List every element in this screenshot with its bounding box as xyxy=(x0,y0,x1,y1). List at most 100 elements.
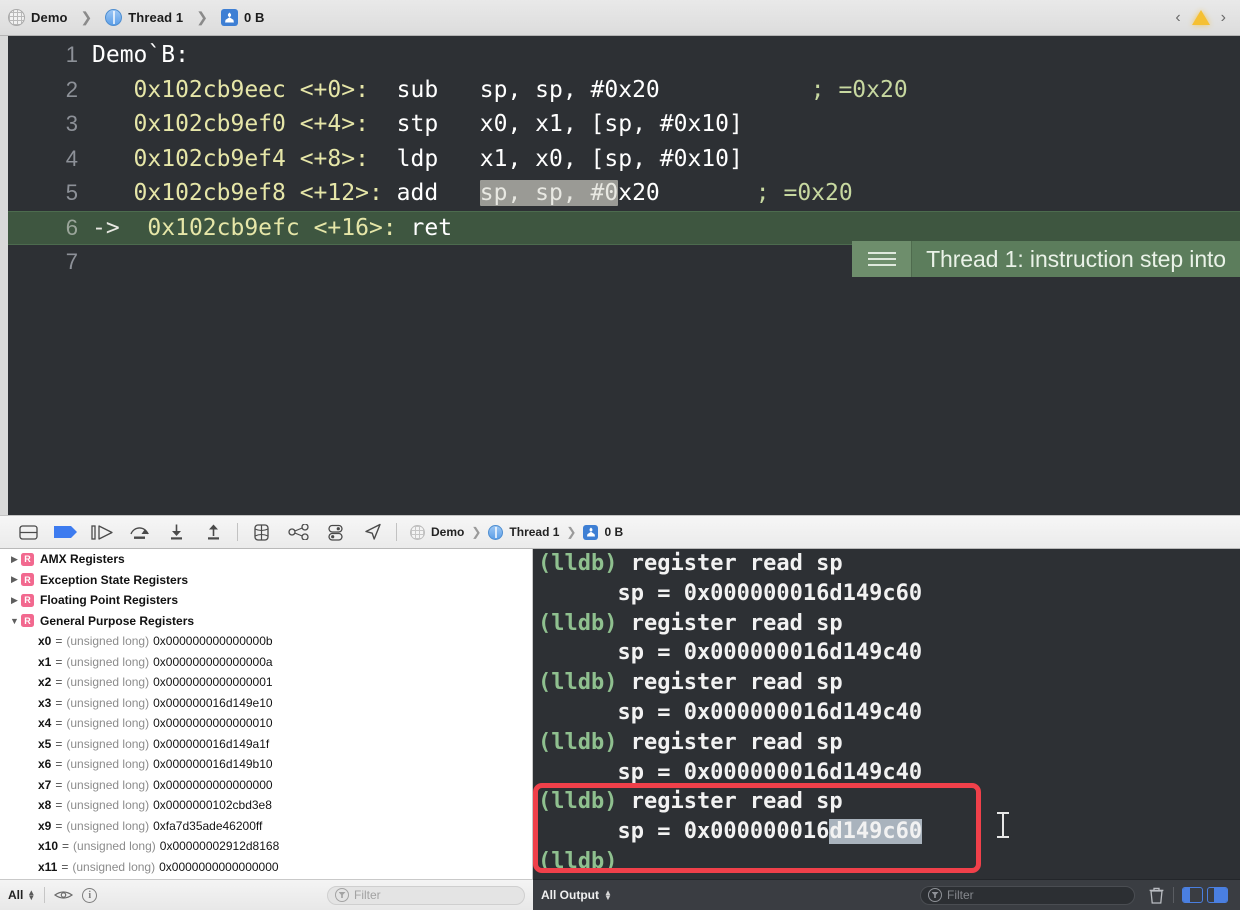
breadcrumb-frame[interactable]: 0 B xyxy=(244,10,265,25)
disclosure-triangle-icon[interactable]: ▼ xyxy=(8,616,21,626)
output-scope-selector[interactable]: All Output ▲ ▼ xyxy=(541,888,612,902)
thread-icon xyxy=(488,524,504,540)
assembly-editor[interactable]: 1 Demo`B: 2 0x102cb9eec <+0>: sub sp, sp… xyxy=(0,36,1240,515)
warning-triangle-icon[interactable] xyxy=(1191,10,1210,25)
stack-frame-icon xyxy=(220,9,238,26)
instruction-mnemonic: ret xyxy=(410,214,453,241)
equals-sign: = xyxy=(55,818,63,833)
equals-sign: = xyxy=(55,716,63,731)
lldb-prompt: (lldb) xyxy=(538,551,618,576)
register-group-row[interactable]: ▶ R AMX Registers xyxy=(0,549,532,570)
register-group-row[interactable]: ▶ R Floating Point Registers xyxy=(0,590,532,611)
register-group-row[interactable]: ▼ R General Purpose Registers xyxy=(0,611,532,632)
register-value: 0x0000000000000010 xyxy=(153,716,273,731)
register-badge-icon: R xyxy=(21,593,34,607)
bubble-expand-handle[interactable] xyxy=(852,241,913,277)
instruction-mnemonic: stp xyxy=(396,111,439,138)
variables-view[interactable]: ▶ R AMX Registers ▶ R Exception State Re… xyxy=(0,549,533,879)
breadcrumb-thread[interactable]: Thread 1 xyxy=(128,10,183,25)
environment-overrides-button[interactable] xyxy=(317,515,354,549)
console-result-text: sp = 0x000000016 xyxy=(538,819,830,845)
register-type: (unsigned long) xyxy=(72,859,156,874)
breadcrumb-project[interactable]: Demo xyxy=(31,10,68,25)
disclosure-triangle-icon[interactable]: ▶ xyxy=(8,574,21,585)
step-over-button[interactable] xyxy=(121,515,158,549)
register-row[interactable]: x11 = (unsigned long) 0x0000000000000000 xyxy=(0,857,532,878)
console-command-text: register read sp xyxy=(617,789,843,815)
stepper-arrows-icon[interactable]: ▲ ▼ xyxy=(604,889,612,902)
register-type: (unsigned long) xyxy=(66,716,150,731)
register-type: (unsigned long) xyxy=(66,777,150,792)
continue-program-button[interactable] xyxy=(84,515,121,549)
hide-debug-area-button[interactable] xyxy=(10,515,47,549)
chevron-right-icon: ❯ xyxy=(196,9,208,25)
selected-console-text[interactable]: d149c60 xyxy=(829,819,923,845)
register-value: 0x000000000000000a xyxy=(153,654,273,669)
deactivate-breakpoints-button[interactable] xyxy=(47,515,84,549)
toggle-console-pane-button[interactable] xyxy=(1207,887,1228,903)
register-row[interactable]: x5 = (unsigned long) 0x000000016d149a1f xyxy=(0,734,532,755)
code-line[interactable]: 4 0x102cb9ef4 <+8>: ldp x1, x0, [sp, #0x… xyxy=(0,142,1240,177)
instruction-operands: x1, x0, [sp, #0x10] xyxy=(479,145,743,172)
debug-breadcrumb-thread[interactable]: Thread 1 xyxy=(509,525,559,539)
stepper-arrows-icon[interactable]: ▲ ▼ xyxy=(27,889,35,902)
register-row[interactable]: x0 = (unsigned long) 0x000000000000000b xyxy=(0,631,532,652)
code-line[interactable]: 5 0x102cb9ef8 <+12>: add sp, sp, #0x20 ; … xyxy=(0,176,1240,211)
debug-view-hierarchy-button[interactable] xyxy=(243,515,280,549)
step-out-button[interactable] xyxy=(195,515,232,549)
project-grid-icon xyxy=(410,524,425,540)
register-row[interactable]: x10 = (unsigned long) 0x00000002912d8168 xyxy=(0,836,532,857)
register-row[interactable]: x1 = (unsigned long) 0x000000000000000a xyxy=(0,652,532,673)
disclosure-triangle-icon[interactable]: ▶ xyxy=(8,595,21,606)
code-line[interactable]: 2 0x102cb9eec <+0>: sub sp, sp, #0x20 ; =… xyxy=(0,73,1240,108)
line-number: 2 xyxy=(65,76,78,102)
register-type: (unsigned long) xyxy=(66,757,150,772)
debug-breadcrumb-project[interactable]: Demo xyxy=(431,525,464,539)
register-name: x2 xyxy=(38,675,52,690)
disclosure-triangle-icon[interactable]: ▶ xyxy=(8,554,21,565)
register-row[interactable]: x7 = (unsigned long) 0x0000000000000000 xyxy=(0,775,532,796)
variable-scope-selector[interactable]: All ▲ ▼ xyxy=(8,888,35,902)
instruction-operands-rest: x20 xyxy=(618,180,660,207)
line-number: 3 xyxy=(65,111,78,137)
console-command-text: register read sp xyxy=(617,670,843,696)
step-into-button[interactable] xyxy=(158,515,195,549)
console-filter-field[interactable]: Filter xyxy=(920,885,1135,905)
console-output[interactable]: (lldb) register read sp sp = 0x000000016… xyxy=(533,549,1240,879)
console-command-text: register read sp xyxy=(617,551,843,576)
previous-issue-button[interactable]: ‹ xyxy=(1175,9,1180,27)
variables-filter-field[interactable]: Filter xyxy=(327,885,525,905)
register-type: (unsigned long) xyxy=(73,839,156,854)
register-row[interactable]: x8 = (unsigned long) 0x0000000102cbd3e8 xyxy=(0,795,532,816)
project-grid-icon xyxy=(8,9,25,26)
filter-funnel-icon xyxy=(928,888,942,902)
register-name: x1 xyxy=(38,654,52,669)
code-line[interactable]: 3 0x102cb9ef0 <+4>: stp x0, x1, [sp, #0x… xyxy=(0,107,1240,142)
console-command-line: (lldb) register read sp xyxy=(533,549,1240,579)
register-row[interactable]: x3 = (unsigned long) 0x000000016d149e10 xyxy=(0,693,532,714)
register-type: (unsigned long) xyxy=(66,675,150,690)
debug-breadcrumb-frame[interactable]: 0 B xyxy=(604,525,623,539)
debug-memory-graph-button[interactable] xyxy=(280,515,317,549)
current-instruction-line[interactable]: 6 -> 0x102cb9efc <+16>: ret xyxy=(0,210,1240,245)
register-name: x11 xyxy=(38,859,58,874)
selected-operand-text[interactable]: sp, sp, #0 xyxy=(479,180,619,207)
chevron-right-icon: ❯ xyxy=(566,525,577,539)
info-circle-icon[interactable]: i xyxy=(82,887,98,903)
register-type: (unsigned long) xyxy=(66,695,150,710)
register-row[interactable]: x4 = (unsigned long) 0x0000000000000010 xyxy=(0,713,532,734)
simulate-location-button[interactable] xyxy=(354,515,391,549)
output-scope-label: All Output xyxy=(541,888,599,902)
register-row[interactable]: x2 = (unsigned long) 0x0000000000000001 xyxy=(0,672,532,693)
next-issue-button[interactable]: › xyxy=(1221,9,1226,27)
register-group-row[interactable]: ▶ R Exception State Registers xyxy=(0,570,532,591)
register-value: 0xfa7d35ade46200ff xyxy=(153,818,263,833)
show-details-eye-icon[interactable] xyxy=(54,889,74,902)
thread-stop-bubble[interactable]: Thread 1: instruction step into xyxy=(852,241,1240,277)
register-row[interactable]: x9 = (unsigned long) 0xfa7d35ade46200ff xyxy=(0,816,532,837)
register-row[interactable]: x6 = (unsigned long) 0x000000016d149b10 xyxy=(0,754,532,775)
code-line[interactable]: 1 Demo`B: xyxy=(0,38,1240,73)
toolbar-divider xyxy=(237,523,238,541)
toggle-variables-pane-button[interactable] xyxy=(1182,887,1203,903)
clear-console-trash-icon[interactable] xyxy=(1147,887,1165,904)
